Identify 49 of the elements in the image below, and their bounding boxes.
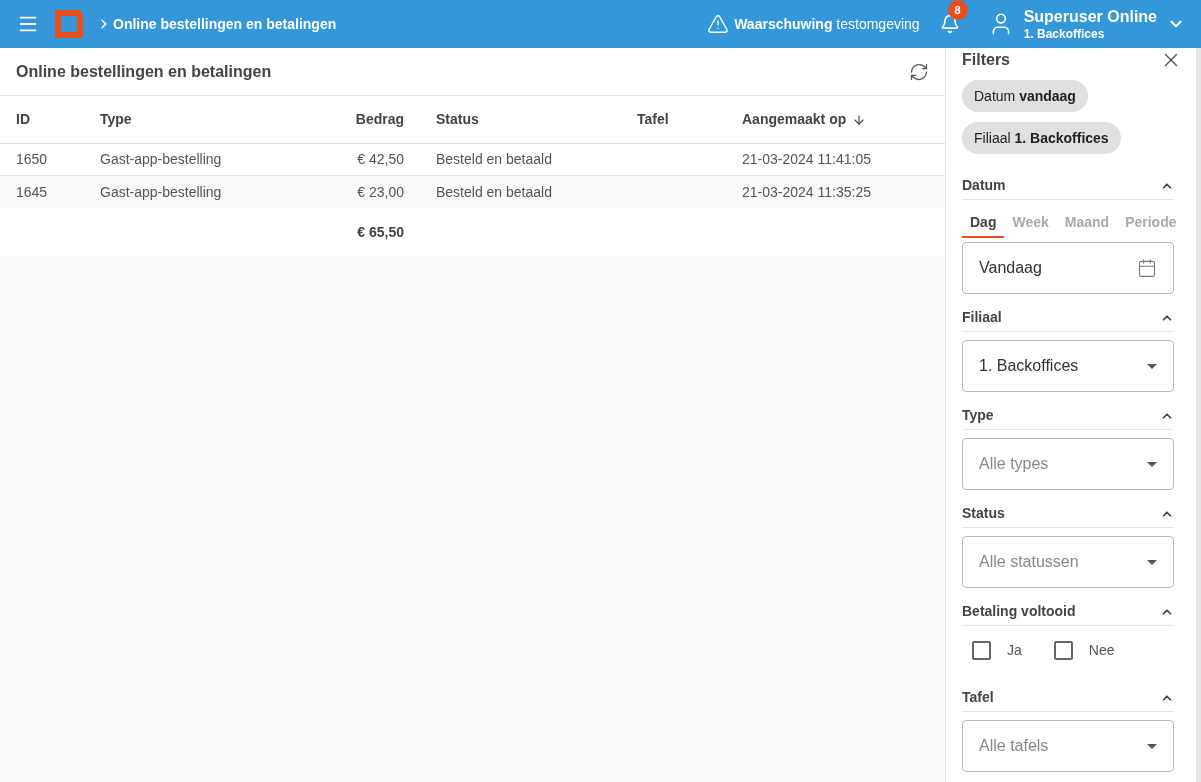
section-header[interactable]: Betaling voltooid (962, 598, 1174, 626)
section-header[interactable]: Datum (962, 172, 1174, 200)
table-cell-text: 21-03-2024 11:41:05 (742, 150, 871, 169)
column-header[interactable]: Status (436, 109, 479, 130)
filter-chip[interactable]: Filiaal 1. Backoffices (962, 122, 1121, 154)
table-cell-text: Besteld en betaald (436, 182, 552, 202)
column-header[interactable]: Tafel (637, 109, 669, 130)
date-field[interactable]: Vandaag (962, 242, 1174, 294)
checkbox[interactable] (972, 640, 991, 660)
select-field[interactable]: Alle types (962, 438, 1174, 490)
table-cell-text: Gast-app-bestelling (100, 182, 222, 202)
bell-icon (939, 14, 960, 34)
table-cell-text: € 23,00 (357, 182, 404, 202)
warning-icon (707, 13, 730, 35)
table-cell-text: 21-03-2024 11:35:25 (742, 182, 871, 202)
column-header[interactable]: ID (16, 109, 30, 130)
column-header[interactable]: Bedrag (355, 109, 404, 130)
dropdown-caret-icon (1147, 743, 1157, 749)
section-header[interactable]: Type (962, 402, 1174, 430)
table-cell-text: Gast-app-bestelling (100, 150, 222, 169)
table-cell-text: € 42,50 (357, 150, 404, 169)
select-field[interactable]: 1. Backoffices (962, 340, 1174, 392)
dropdown-caret-icon (1147, 363, 1157, 369)
select-field[interactable]: Alle statussen (962, 536, 1174, 588)
checkbox-label: Nee (1088, 640, 1115, 660)
user-branch: 1. Backoffices (1023, 26, 1106, 42)
column-header[interactable]: Type (100, 109, 132, 130)
section-header[interactable]: Status (962, 500, 1174, 528)
date-tab[interactable]: Dag (962, 208, 1005, 238)
column-header[interactable]: Aangemaakt op (742, 109, 867, 130)
filter-chip[interactable]: Datum vandaag (962, 80, 1088, 112)
dropdown-caret-icon (1147, 559, 1157, 565)
calendar-icon (1137, 258, 1157, 278)
filters-title: Filters (962, 50, 1010, 70)
section-header[interactable]: Tafel (962, 684, 1174, 712)
table-cell-text: 1650 (16, 150, 48, 169)
page-title: Online bestellingen en betalingen (16, 61, 273, 82)
scrollbar[interactable] (1196, 48, 1201, 782)
total-amount: € 65,50 (357, 222, 404, 242)
dropdown-caret-icon (1147, 461, 1157, 467)
checkbox[interactable] (1053, 640, 1073, 660)
checkbox-label: Ja (1007, 640, 1022, 660)
refresh-icon[interactable] (909, 61, 929, 82)
section-header[interactable]: Filiaal (962, 304, 1174, 332)
table-cell-text: 1645 (16, 182, 48, 202)
table-cell-text: Besteld en betaald (436, 150, 552, 169)
notification-badge: 8 (947, 0, 968, 20)
warning-text: Waarschuwing testomgeving (734, 14, 920, 34)
select-field[interactable]: Alle tafels (962, 720, 1174, 772)
